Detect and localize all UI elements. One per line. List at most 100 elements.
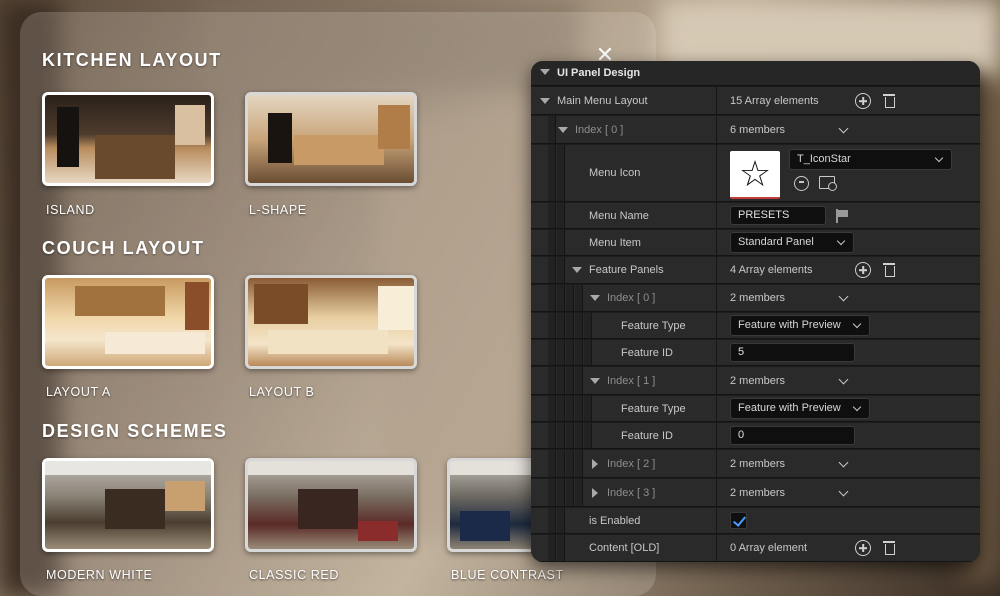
indent-rail [548,479,556,506]
asset-picker-dropdown[interactable]: T_IconStar [789,149,952,170]
thumbnail-label-l-shape: L-SHAPE [249,203,307,217]
row-index-0[interactable]: Index [ 0 ] 6 members [531,116,980,144]
use-selected-asset-icon[interactable] [794,176,809,191]
asset-picker-value: T_IconStar [797,153,851,165]
chevron-down-icon [934,153,944,163]
indent-rail [548,508,556,533]
indent-rail [548,535,556,561]
feature-type-value: Feature with Preview [738,319,841,331]
chevron-down-icon[interactable] [838,457,849,468]
star-icon[interactable]: ☆ [730,151,780,199]
property-value: 6 members [730,123,786,136]
property-label: Index [ 3 ] [607,486,656,499]
property-label: Content [OLD] [589,542,660,554]
indent-rail [557,508,565,533]
property-label: Feature Type [621,319,686,332]
indent-rail [584,423,592,448]
chevron-down-icon[interactable] [838,486,849,497]
expand-arrow-icon[interactable] [572,267,582,273]
property-label: Main Menu Layout [557,94,648,107]
indent-rail [548,367,556,394]
collapse-arrow-icon[interactable] [540,69,550,75]
indent-rail [566,396,574,421]
expand-arrow-icon[interactable] [592,459,598,469]
property-label: Menu Icon [589,167,641,179]
details-panel-header[interactable]: UI Panel Design [531,61,980,86]
feature-id-input[interactable]: 5 [730,343,855,362]
indent-rail [548,313,556,338]
is-enabled-checkbox[interactable] [730,512,747,529]
add-element-icon[interactable] [855,262,871,278]
delete-icon[interactable] [882,262,898,278]
expand-arrow-icon[interactable] [558,127,568,133]
localization-flag-icon[interactable] [835,209,849,223]
section-title-kitchen: KITCHEN LAYOUT [42,50,222,70]
indent-rail [548,423,556,448]
row-feature-id-0: Feature ID 5 [531,340,980,366]
thumbnail-island[interactable] [42,92,214,186]
row-feature-index-0[interactable]: Index [ 0 ] 2 members [531,285,980,312]
thumbnail-layout-a[interactable] [42,275,214,369]
indent-rail [566,423,574,448]
property-value: 0 Array element [730,542,808,554]
add-element-icon[interactable] [855,540,871,556]
row-feature-index-3[interactable]: Index [ 3 ] 2 members [531,479,980,507]
chevron-down-icon[interactable] [838,123,849,134]
chevron-down-icon[interactable] [838,374,849,385]
indent-rail [548,450,556,477]
feature-type-dropdown[interactable]: Feature with Preview [730,398,870,419]
indent-rail [575,450,583,477]
row-feature-index-2[interactable]: Index [ 2 ] 2 members [531,450,980,478]
chevron-down-icon[interactable] [838,291,849,302]
thumbnail-modern-white[interactable] [42,458,214,552]
delete-icon[interactable] [882,93,898,109]
thumbnail-layout-b[interactable] [245,275,417,369]
chevron-down-icon [852,402,862,412]
column-divider[interactable] [716,86,717,562]
feature-type-dropdown[interactable]: Feature with Preview [730,315,870,336]
indent-rail [557,423,565,448]
details-panel-title: UI Panel Design [557,67,641,79]
indent-rail [548,257,556,283]
indent-rail [548,116,556,143]
indent-rail [584,340,592,365]
row-is-enabled: is Enabled [531,508,980,534]
expand-arrow-icon[interactable] [540,98,550,104]
row-menu-item: Menu Item Standard Panel [531,230,980,256]
property-value: 2 members [730,486,786,499]
row-feature-panels[interactable]: Feature Panels 4 Array elements [531,257,980,284]
add-element-icon[interactable] [855,93,871,109]
property-label: Index [ 0 ] [575,123,624,136]
indent-rail [575,396,583,421]
indent-rail [548,340,556,365]
indent-rail [548,396,556,421]
thumbnail-label-layout-b: LAYOUT B [249,385,315,399]
menu-name-input[interactable]: PRESETS [730,206,826,225]
thumbnail-label-blue-contrast: BLUE CONTRAST [451,568,564,582]
menu-item-value: Standard Panel [738,236,814,248]
delete-icon[interactable] [882,540,898,556]
expand-arrow-icon[interactable] [592,488,598,498]
thumbnail-l-shape[interactable] [245,92,417,186]
row-content-old: Content [OLD] 0 Array element [531,535,980,562]
indent-rail [566,285,574,311]
thumbnail-label-island: ISLAND [46,203,95,217]
browse-asset-icon[interactable] [819,176,837,191]
thumbnail-label-layout-a: LAYOUT A [46,385,111,399]
indent-rail [575,423,583,448]
indent-rail [566,367,574,394]
feature-type-value: Feature with Preview [738,402,841,414]
indent-rail [557,367,565,394]
row-feature-index-1[interactable]: Index [ 1 ] 2 members [531,367,980,395]
row-main-menu-layout[interactable]: Main Menu Layout 15 Array elements [531,87,980,115]
menu-item-dropdown[interactable]: Standard Panel [730,232,854,253]
expand-arrow-icon[interactable] [590,295,600,301]
indent-rail [566,340,574,365]
row-feature-type-1: Feature Type Feature with Preview [531,396,980,422]
thumbnail-classic-red[interactable] [245,458,417,552]
feature-id-input[interactable]: 0 [730,426,855,445]
indent-rail [557,396,565,421]
row-menu-name: Menu Name PRESETS [531,203,980,229]
section-title-couch: COUCH LAYOUT [42,238,205,258]
expand-arrow-icon[interactable] [590,378,600,384]
